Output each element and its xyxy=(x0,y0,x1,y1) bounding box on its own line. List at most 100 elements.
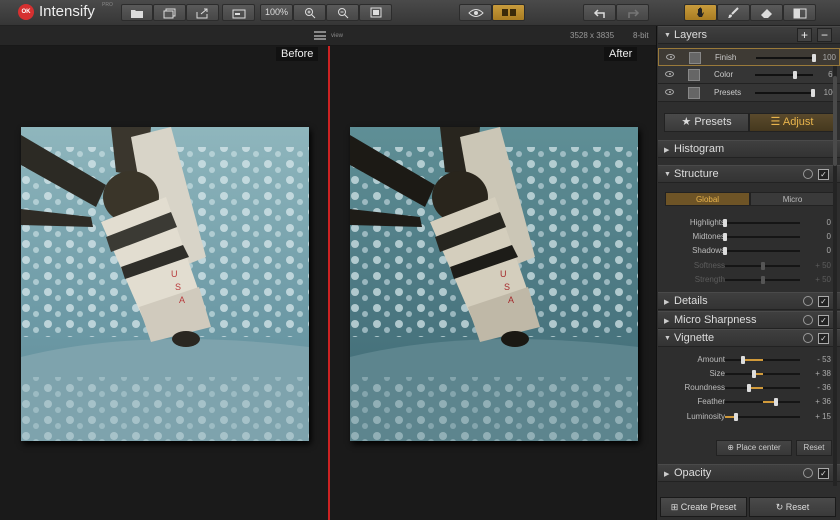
layer-row[interactable]: Presets 100 xyxy=(658,84,840,102)
slider-knob[interactable] xyxy=(734,413,739,421)
slider-track[interactable] xyxy=(725,250,800,252)
undo-button[interactable] xyxy=(583,4,616,21)
micro-sharpness-enable-checkbox[interactable]: ✓ xyxy=(818,315,829,326)
sync-icon[interactable] xyxy=(803,333,813,343)
view-menu-icon[interactable] xyxy=(314,31,326,40)
global-toggle[interactable]: Global xyxy=(665,192,750,206)
slider-knob[interactable] xyxy=(723,233,727,241)
opacity-header[interactable]: ▶ Opacity ✓ xyxy=(658,464,840,482)
compare-button[interactable] xyxy=(222,4,255,21)
slider-track[interactable] xyxy=(725,373,800,375)
mask-button[interactable] xyxy=(783,4,816,21)
slider-knob[interactable] xyxy=(723,247,727,255)
opacity-slider-track[interactable] xyxy=(755,74,813,76)
stage-letter-a: A xyxy=(508,295,514,305)
roundness-slider[interactable]: Roundness - 36 xyxy=(657,381,840,395)
before-image: U S A xyxy=(21,127,309,441)
split-view-button[interactable] xyxy=(492,4,525,21)
shadows-slider[interactable]: Shadows 0 xyxy=(657,244,840,258)
create-preset-button[interactable]: ⊞ Create Preset xyxy=(660,497,747,517)
split-divider[interactable] xyxy=(328,46,330,520)
eraser-tool-button[interactable] xyxy=(750,4,783,21)
tab-presets[interactable]: ★ Presets xyxy=(664,113,749,132)
after-image: U S A xyxy=(350,127,638,441)
place-center-button[interactable]: ⊕ Place center xyxy=(716,440,792,456)
feather-slider[interactable]: Feather + 36 xyxy=(657,395,840,409)
preview-toggle[interactable] xyxy=(459,4,492,21)
opacity-slider-track[interactable] xyxy=(755,92,813,94)
structure-header[interactable]: ▼ Structure ✓ xyxy=(658,165,840,183)
details-header[interactable]: ▶ Details ✓ xyxy=(658,292,840,310)
size-slider[interactable]: Size + 38 xyxy=(657,367,840,381)
undo-icon xyxy=(593,9,605,18)
visibility-icon[interactable] xyxy=(665,89,674,95)
fit-button[interactable] xyxy=(359,4,392,21)
amount-slider[interactable]: Amount - 53 xyxy=(657,353,840,367)
highlights-slider[interactable]: Highlights 0 xyxy=(657,216,840,230)
open-button[interactable] xyxy=(121,4,153,21)
slider-track[interactable] xyxy=(725,222,800,224)
histogram-header[interactable]: ▶ Histogram xyxy=(658,140,840,158)
slider-value: + 15 xyxy=(815,412,831,421)
vignette-title: Vignette xyxy=(674,332,715,344)
slider-label: Midtones xyxy=(692,232,725,241)
luminosity-slider[interactable]: Luminosity + 15 xyxy=(657,410,840,424)
visibility-icon[interactable] xyxy=(665,71,674,77)
slider-track[interactable] xyxy=(725,387,800,389)
sync-icon[interactable] xyxy=(803,296,813,306)
export-button[interactable] xyxy=(186,4,219,21)
micro-toggle[interactable]: Micro xyxy=(750,192,835,206)
tab-adjust[interactable]: ☰ Adjust xyxy=(749,113,835,132)
slider-knob[interactable] xyxy=(747,384,751,392)
slider-knob[interactable] xyxy=(740,356,745,364)
slider-knob[interactable] xyxy=(774,398,778,406)
slider-knob[interactable] xyxy=(751,370,756,378)
collapse-icon: ▼ xyxy=(664,32,671,39)
visibility-icon[interactable] xyxy=(666,54,675,60)
compare-icon xyxy=(232,9,245,19)
remove-layer-button[interactable]: − xyxy=(817,28,832,42)
micro-sharpness-header[interactable]: ▶ Micro Sharpness ✓ xyxy=(658,311,840,329)
expand-icon: ▶ xyxy=(664,471,670,478)
opacity-slider-knob[interactable] xyxy=(812,54,816,62)
slider-track[interactable] xyxy=(725,236,800,238)
layer-row[interactable]: Color 69 xyxy=(658,66,840,84)
redo-button[interactable] xyxy=(616,4,649,21)
opacity-slider-knob[interactable] xyxy=(811,89,815,97)
add-layer-button[interactable]: + xyxy=(797,28,812,42)
zoom-out-icon xyxy=(337,8,348,19)
details-enable-checkbox[interactable]: ✓ xyxy=(818,296,829,307)
reset-all-button[interactable]: ↻ Reset xyxy=(749,497,836,517)
stage-letter-u: U xyxy=(171,269,178,279)
opacity-slider-knob[interactable] xyxy=(793,71,798,79)
slider-knob[interactable] xyxy=(723,219,727,227)
sync-icon[interactable] xyxy=(803,315,813,325)
vignette-reset-button[interactable]: Reset xyxy=(796,440,832,456)
details-title: Details xyxy=(674,295,708,307)
zoom-out-button[interactable] xyxy=(326,4,359,21)
structure-enable-checkbox[interactable]: ✓ xyxy=(818,169,829,180)
midtones-slider[interactable]: Midtones 0 xyxy=(657,230,840,244)
vignette-enable-checkbox[interactable]: ✓ xyxy=(818,333,829,344)
slider-label: Luminosity xyxy=(686,412,725,421)
vignette-header[interactable]: ▼ Vignette ✓ xyxy=(658,329,840,347)
batch-button[interactable] xyxy=(153,4,186,21)
hand-tool-button[interactable] xyxy=(684,4,717,21)
zoom-in-button[interactable] xyxy=(293,4,326,21)
zoom-level[interactable]: 100% xyxy=(260,4,293,21)
slider-label: Amount xyxy=(697,355,725,364)
layer-name: Finish xyxy=(715,53,737,62)
slider-label: Shadows xyxy=(692,246,725,255)
opacity-enable-checkbox[interactable]: ✓ xyxy=(818,468,829,479)
slider-track[interactable] xyxy=(725,359,800,361)
opacity-slider-track[interactable] xyxy=(756,57,814,59)
sync-icon[interactable] xyxy=(803,169,813,179)
layers-header[interactable]: ▼ Layers + − xyxy=(658,26,840,44)
panel-scrollbar[interactable] xyxy=(833,66,837,486)
brush-tool-button[interactable] xyxy=(717,4,750,21)
slider-value: 0 xyxy=(826,246,831,255)
layer-row[interactable]: Finish 100 xyxy=(658,48,840,66)
sync-icon[interactable] xyxy=(803,468,813,478)
create-preset-label: Create Preset xyxy=(680,502,737,512)
scrollbar-thumb[interactable] xyxy=(833,76,837,166)
